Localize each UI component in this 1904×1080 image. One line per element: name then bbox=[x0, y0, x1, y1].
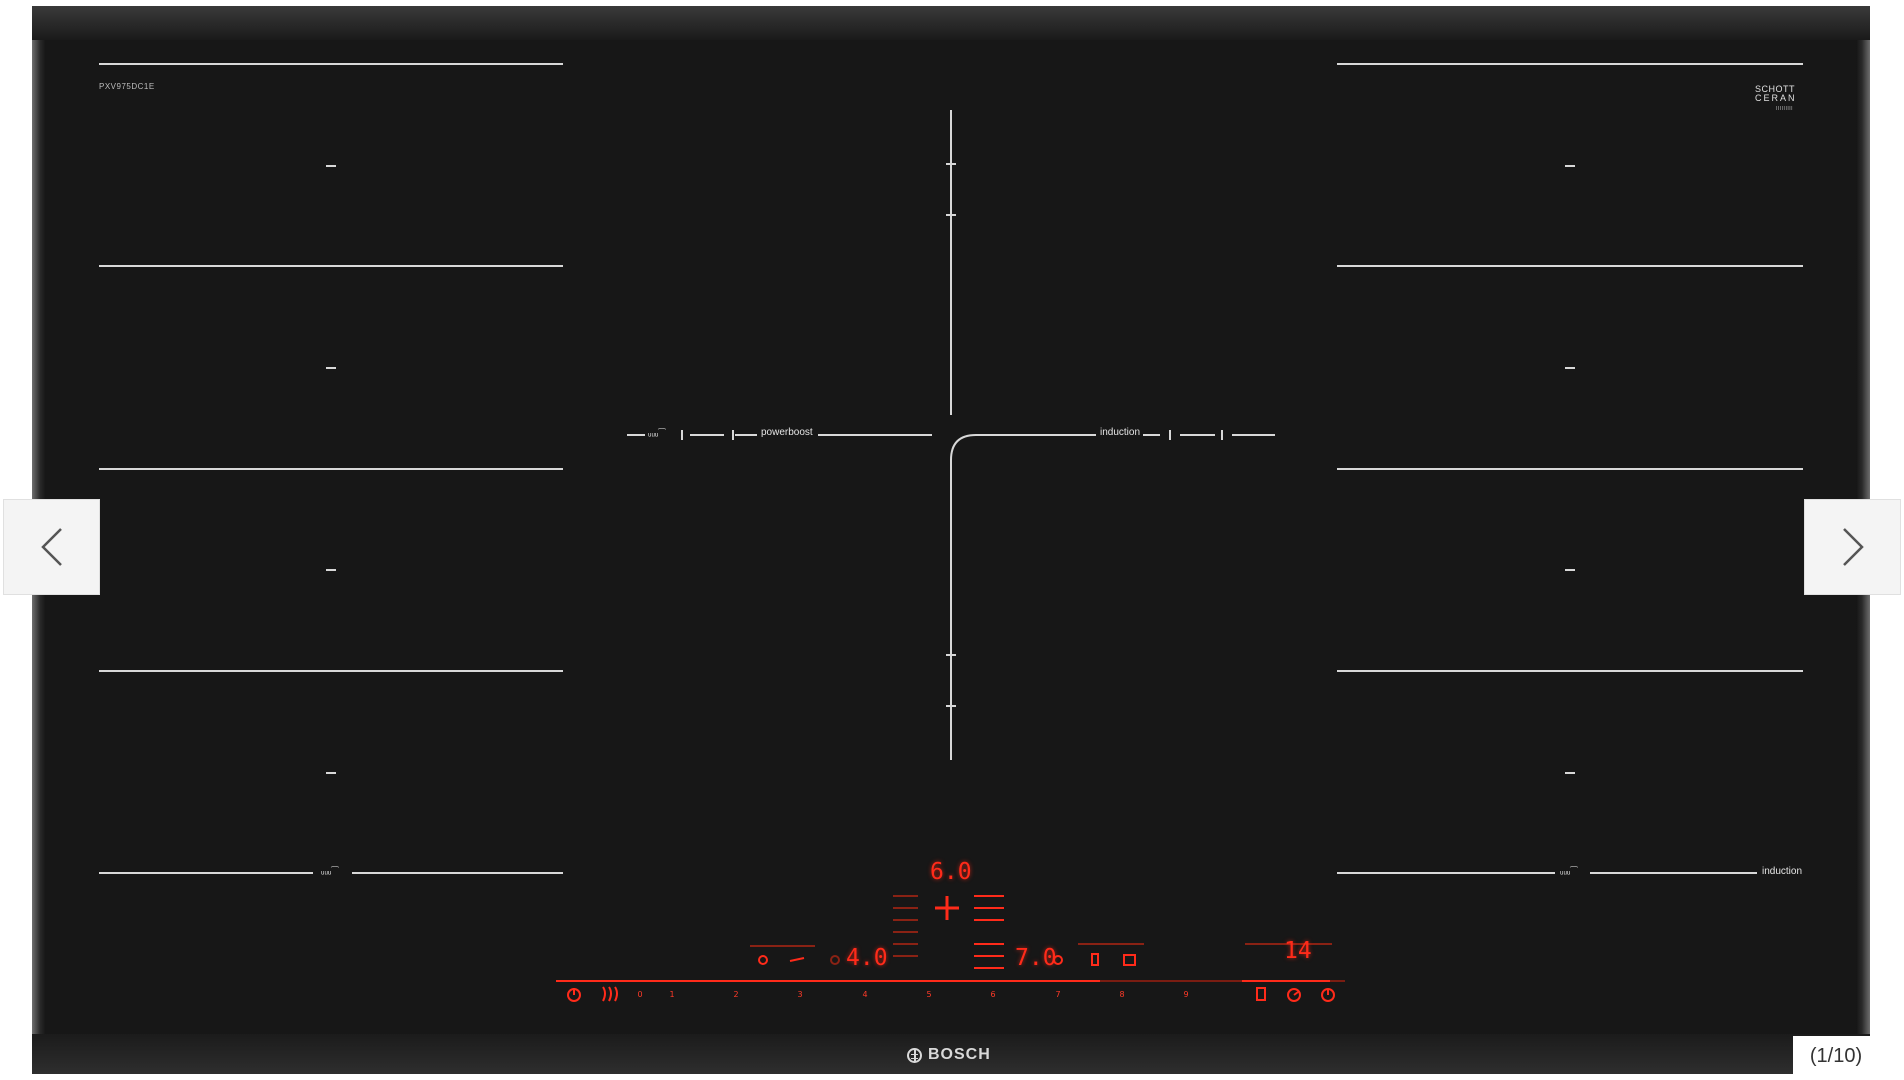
slider-step-4[interactable]: 4 bbox=[862, 991, 867, 999]
glass-maker-sub: IIIIIIIII bbox=[1776, 106, 1794, 112]
slider-step-7[interactable]: 7 bbox=[1055, 991, 1060, 999]
slider-step-6[interactable]: 6 bbox=[990, 991, 995, 999]
slider-step-3[interactable]: 3 bbox=[797, 991, 802, 999]
slider-step-9[interactable]: 9 bbox=[1183, 991, 1188, 999]
cooktop-markings bbox=[99, 63, 1803, 1002]
gallery-counter: (1/10) bbox=[1793, 1036, 1879, 1076]
flex-symbol-center: ᵤᵤᵤ⁀ bbox=[645, 428, 669, 439]
flex-symbol-left: ᵤᵤᵤ⁀ bbox=[318, 866, 342, 877]
slider-step-5[interactable]: 5 bbox=[926, 991, 931, 999]
child-lock-icon bbox=[602, 986, 618, 1002]
power-level-display-center: 7.0 bbox=[1015, 945, 1057, 971]
lock-icon bbox=[1256, 987, 1266, 1001]
gallery-prev-button[interactable] bbox=[3, 499, 100, 595]
induction-label-right: induction bbox=[1762, 866, 1803, 877]
bosch-armature-icon bbox=[907, 1047, 922, 1063]
flex-symbol-right: ᵤᵤᵤ⁀ bbox=[1557, 866, 1581, 877]
power-level-display-top: 6.0 bbox=[930, 859, 972, 885]
powerboost-label: powerboost bbox=[758, 427, 816, 438]
induction-label-center: induction bbox=[1097, 427, 1144, 438]
bosch-logo: BOSCH bbox=[907, 1046, 991, 1064]
slider-step-8[interactable]: 8 bbox=[1119, 991, 1124, 999]
timer-display: 14 bbox=[1284, 938, 1312, 964]
center-curve bbox=[950, 434, 977, 461]
chevron-right-icon bbox=[1842, 528, 1864, 566]
gallery-next-button[interactable] bbox=[1804, 499, 1901, 595]
slider-step-1[interactable]: 1 bbox=[669, 991, 674, 999]
slider-step-2[interactable]: 2 bbox=[733, 991, 738, 999]
power-level-display-left: 4.0 bbox=[846, 945, 888, 971]
model-code: PXV975DC1E bbox=[99, 82, 155, 91]
brand-name: BOSCH bbox=[928, 1046, 991, 1063]
touch-control-panel bbox=[556, 895, 1345, 1002]
chevron-left-icon bbox=[40, 528, 62, 566]
glass-maker-line2: CERAN bbox=[1755, 93, 1797, 103]
slider-step-0[interactable]: 0 bbox=[637, 991, 642, 999]
